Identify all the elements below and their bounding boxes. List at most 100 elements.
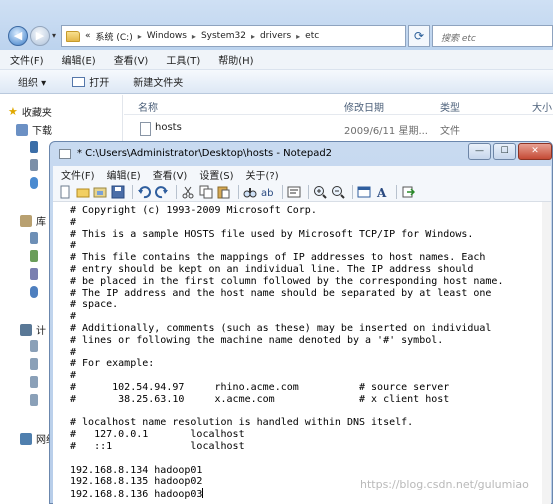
find-icon[interactable] <box>243 185 257 199</box>
new-icon[interactable] <box>58 185 72 199</box>
breadcrumb-drive[interactable]: 系统 (C:) <box>96 30 133 43</box>
cut-icon[interactable] <box>181 185 195 199</box>
nav-drive-3[interactable] <box>30 376 38 388</box>
organize-button[interactable]: 组织 ▾ <box>0 74 56 89</box>
nav-recent[interactable] <box>30 159 38 171</box>
column-type[interactable]: 类型 <box>440 99 460 114</box>
editor-line[interactable]: # localhost name resolution is handled w… <box>70 417 503 429</box>
star-icon: ★ <box>8 105 18 118</box>
notepad-titlebar[interactable]: * C:\Users\Administrator\Desktop\hosts -… <box>50 142 552 166</box>
editor-line[interactable]: # 127.0.0.1 localhost <box>70 429 503 441</box>
editor-line[interactable]: # This is a sample HOSTS file used by Mi… <box>70 229 503 241</box>
nav-lib-3[interactable] <box>30 268 38 280</box>
editor-line[interactable]: 192.168.8.134 hadoop01 <box>70 465 503 477</box>
nav-lib-4[interactable] <box>30 286 38 298</box>
editor-line[interactable]: # entry should be kept on an individual … <box>70 264 503 276</box>
back-button[interactable]: ◀ <box>8 26 28 46</box>
np-menu-view[interactable]: 查看(V) <box>148 167 193 182</box>
file-name: hosts <box>155 122 182 133</box>
minimize-button[interactable]: — <box>468 143 491 160</box>
np-menu-edit[interactable]: 编辑(E) <box>102 167 146 182</box>
breadcrumb-etc[interactable]: etc <box>305 31 319 41</box>
breadcrumb-separator-icon[interactable]: ▸ <box>192 32 196 41</box>
editor-line[interactable]: # For example: <box>70 358 503 370</box>
menu-view[interactable]: 查看(V) <box>114 52 149 67</box>
editor-line[interactable]: # This file contains the mappings of IP … <box>70 252 503 264</box>
column-size[interactable]: 大小 <box>532 99 552 114</box>
column-modified[interactable]: 修改日期 <box>344 99 384 114</box>
address-bar[interactable]: « 系统 (C:) ▸ Windows ▸ System32 ▸ drivers… <box>61 25 406 47</box>
wordwrap-icon[interactable] <box>287 185 301 199</box>
save-icon[interactable] <box>111 185 125 199</box>
refresh-icon[interactable]: ⟳ <box>408 25 430 47</box>
replace-icon[interactable]: ab <box>260 185 274 199</box>
editor-line[interactable] <box>70 406 503 418</box>
nav-lib-1[interactable] <box>30 232 38 244</box>
breadcrumb-system32[interactable]: System32 <box>201 31 246 41</box>
column-name[interactable]: 名称 <box>138 99 158 114</box>
browse-icon[interactable] <box>93 185 107 199</box>
editor-text[interactable]: # Copyright (c) 1993-2009 Microsoft Corp… <box>70 205 503 500</box>
font-icon[interactable]: A <box>375 185 389 200</box>
redo-icon[interactable] <box>154 185 169 199</box>
menu-help[interactable]: 帮助(H) <box>218 52 253 67</box>
exit-icon[interactable] <box>401 185 416 199</box>
nav-downloads[interactable]: 下载 <box>16 122 52 137</box>
schemes-icon[interactable] <box>357 185 371 199</box>
editor-line[interactable]: # The IP address and the host name shoul… <box>70 288 503 300</box>
editor-line[interactable]: # be placed in the first column followed… <box>70 276 503 288</box>
np-menu-file[interactable]: 文件(F) <box>56 167 100 182</box>
nav-cloud[interactable] <box>30 177 38 189</box>
breadcrumb-windows[interactable]: Windows <box>147 31 187 41</box>
editor-line[interactable]: # 102.54.94.97 rhino.acme.com # source s… <box>70 382 503 394</box>
np-menu-about[interactable]: 关于(?) <box>241 167 284 182</box>
zoom-in-icon[interactable] <box>313 185 327 199</box>
recent-pages-dropdown-icon[interactable]: ▾ <box>52 31 56 40</box>
maximize-button[interactable]: ☐ <box>493 143 516 160</box>
nav-lib-2[interactable] <box>30 250 38 262</box>
open-icon[interactable] <box>76 185 90 199</box>
editor-line[interactable]: # Copyright (c) 1993-2009 Microsoft Corp… <box>70 205 503 217</box>
zoom-out-icon[interactable] <box>331 185 345 199</box>
editor-area[interactable]: # Copyright (c) 1993-2009 Microsoft Corp… <box>53 202 551 504</box>
editor-line[interactable]: # lines or following the machine name de… <box>70 335 503 347</box>
menu-file[interactable]: 文件(F) <box>10 52 44 67</box>
editor-line[interactable]: # <box>70 347 503 359</box>
search-input[interactable]: 搜索 etc <box>432 25 553 47</box>
file-row-hosts[interactable]: hosts 2009/6/11 星期... 文件 <box>136 120 553 137</box>
editor-line[interactable]: # <box>70 217 503 229</box>
vertical-scrollbar[interactable] <box>542 202 551 504</box>
nav-libraries[interactable]: 库 <box>20 213 46 228</box>
breadcrumb-drivers[interactable]: drivers <box>260 31 291 41</box>
forward-button[interactable]: ▶ <box>30 26 50 46</box>
editor-line[interactable]: # <box>70 370 503 382</box>
editor-line[interactable]: # 38.25.63.10 x.acme.com # x client host <box>70 394 503 406</box>
menu-tools[interactable]: 工具(T) <box>166 52 200 67</box>
explorer-menubar: 文件(F) 编辑(E) 查看(V) 工具(T) 帮助(H) <box>0 50 553 70</box>
np-menu-settings[interactable]: 设置(S) <box>194 167 238 182</box>
breadcrumb-separator-icon[interactable]: ▸ <box>138 32 142 41</box>
editor-line[interactable]: # <box>70 240 503 252</box>
nav-desktop[interactable] <box>30 141 38 153</box>
nav-drive-4[interactable] <box>30 394 38 406</box>
editor-line[interactable] <box>70 453 503 465</box>
editor-line[interactable]: # ::1 localhost <box>70 441 503 453</box>
nav-drive-1[interactable] <box>30 340 38 352</box>
menu-edit[interactable]: 编辑(E) <box>62 52 96 67</box>
nav-drive-2[interactable] <box>30 358 38 370</box>
close-button[interactable]: ✕ <box>518 143 552 160</box>
breadcrumb-separator-icon[interactable]: ▸ <box>251 32 255 41</box>
breadcrumb-overflow[interactable]: « <box>85 31 91 41</box>
nav-favorites[interactable]: ★ 收藏夹 <box>8 104 52 119</box>
paste-icon[interactable] <box>216 185 230 199</box>
editor-line[interactable]: # <box>70 311 503 323</box>
breadcrumb-separator-icon[interactable]: ▸ <box>296 32 300 41</box>
open-button[interactable]: 打开 <box>56 74 119 89</box>
editor-line[interactable]: # Additionally, comments (such as these)… <box>70 323 503 335</box>
nav-computer[interactable]: 计 <box>20 322 46 337</box>
editor-line[interactable]: # space. <box>70 299 503 311</box>
new-folder-button[interactable]: 新建文件夹 <box>119 74 193 89</box>
notepad-app-icon[interactable] <box>59 149 71 159</box>
copy-icon[interactable] <box>199 185 213 199</box>
undo-icon[interactable] <box>137 185 151 199</box>
